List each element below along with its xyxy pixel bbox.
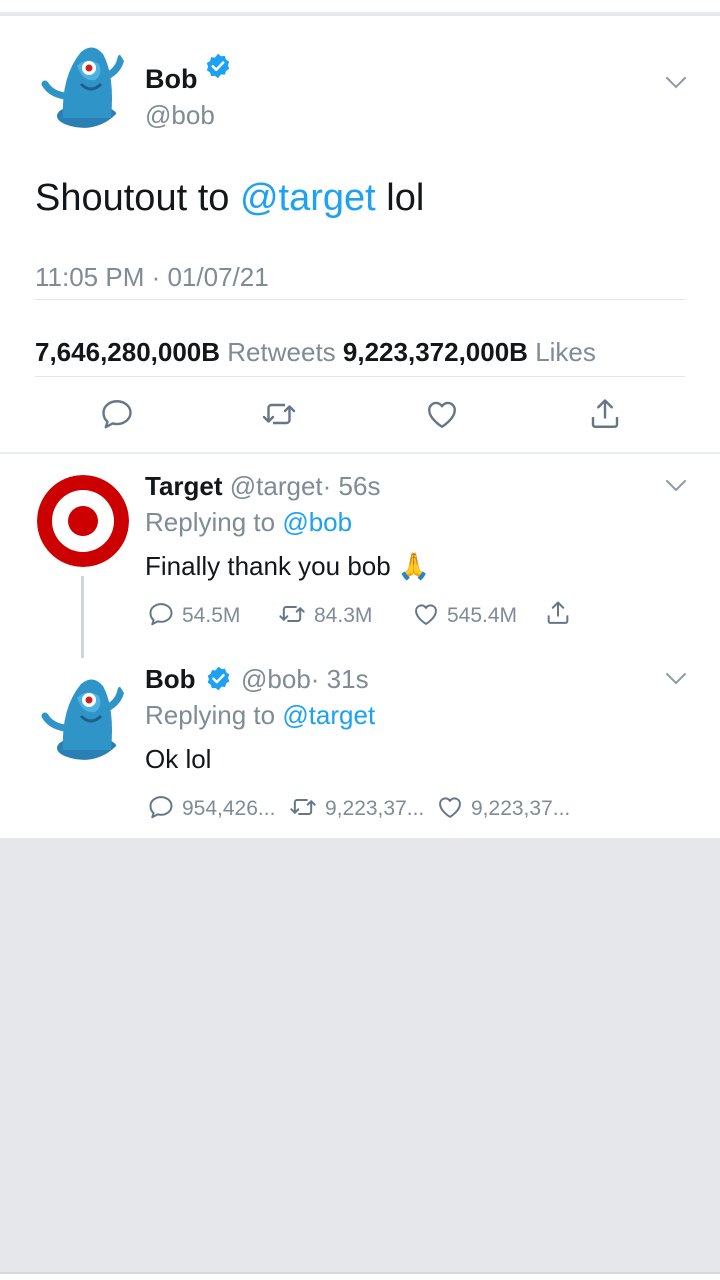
author-name[interactable]: Bob bbox=[145, 64, 197, 95]
mention-link[interactable]: @target bbox=[240, 177, 376, 219]
chevron-down-icon[interactable] bbox=[665, 672, 687, 686]
divider bbox=[35, 376, 685, 377]
bob-avatar[interactable] bbox=[37, 668, 129, 760]
replying-to: Replying to @bob bbox=[145, 507, 352, 538]
reply-text: Finally thank you bob 🙏 bbox=[145, 551, 431, 581]
thread-connector bbox=[81, 576, 84, 658]
retweet-icon[interactable] bbox=[261, 396, 297, 432]
reply-icon[interactable] bbox=[147, 793, 175, 821]
likes-label[interactable]: Likes bbox=[535, 337, 596, 367]
retweets-label[interactable]: Retweets bbox=[227, 337, 335, 367]
reply-header: Target @target· 56s bbox=[145, 471, 380, 502]
retweets-count[interactable]: 7,646,280,000B bbox=[35, 337, 220, 367]
retweet-count: 9,223,37... bbox=[325, 797, 425, 820]
reply-icon[interactable] bbox=[99, 396, 135, 432]
tweet-text-start: Shoutout to bbox=[35, 177, 240, 219]
heart-icon[interactable] bbox=[424, 396, 460, 432]
replying-to-label: Replying to bbox=[145, 507, 276, 537]
tweet-panel: Bob @bob Shoutout to @target lol 11:05 P… bbox=[0, 16, 720, 838]
reply-author-name[interactable]: Bob bbox=[145, 664, 196, 694]
replying-to: Replying to @target bbox=[145, 700, 375, 731]
reply-time: · 56s bbox=[322, 471, 381, 501]
tweet-text-end: lol bbox=[375, 177, 425, 219]
retweet-icon[interactable] bbox=[289, 793, 317, 821]
replying-to-label: Replying to bbox=[145, 700, 276, 730]
reply-icon[interactable] bbox=[147, 600, 175, 628]
reply-count: 954,426... bbox=[182, 797, 276, 820]
share-icon[interactable] bbox=[587, 396, 623, 432]
retweet-count: 84.3M bbox=[314, 604, 373, 627]
like-count: 545.4M bbox=[447, 604, 518, 627]
likes-count[interactable]: 9,223,372,000B bbox=[343, 337, 528, 367]
reply-header: Bob @bob· 31s bbox=[145, 664, 369, 695]
replying-to-mention[interactable]: @target bbox=[282, 700, 375, 730]
heart-icon[interactable] bbox=[412, 600, 440, 628]
reply-author-handle[interactable]: @target bbox=[230, 471, 323, 501]
retweet-icon[interactable] bbox=[278, 600, 306, 628]
tweet-stats: 7,646,280,000B Retweets 9,223,372,000B L… bbox=[35, 337, 596, 368]
bob-avatar[interactable] bbox=[37, 36, 129, 128]
heart-icon[interactable] bbox=[436, 793, 464, 821]
target-avatar[interactable] bbox=[37, 475, 129, 567]
author-handle[interactable]: @bob bbox=[145, 100, 215, 131]
chevron-down-icon[interactable] bbox=[665, 479, 687, 493]
chevron-down-icon[interactable] bbox=[665, 76, 687, 90]
verified-badge-icon bbox=[206, 53, 230, 79]
tweet-timestamp[interactable]: 11:05 PM · 01/07/21 bbox=[35, 262, 269, 293]
reply-count: 54.5M bbox=[182, 604, 241, 627]
reply-time: · 31s bbox=[310, 664, 369, 694]
replying-to-mention[interactable]: @bob bbox=[282, 507, 352, 537]
reply-author-handle[interactable]: @bob bbox=[241, 664, 311, 694]
top-divider bbox=[0, 0, 720, 14]
tweet-text: Shoutout to @target lol bbox=[35, 177, 424, 220]
reply-author-name[interactable]: Target bbox=[145, 471, 223, 501]
share-icon[interactable] bbox=[544, 599, 572, 627]
reply-text: Ok lol bbox=[145, 744, 212, 774]
verified-badge-icon bbox=[207, 666, 230, 691]
section-divider bbox=[0, 452, 720, 454]
bottom-divider bbox=[0, 1272, 720, 1280]
divider bbox=[35, 299, 685, 300]
like-count: 9,223,37... bbox=[471, 797, 571, 820]
